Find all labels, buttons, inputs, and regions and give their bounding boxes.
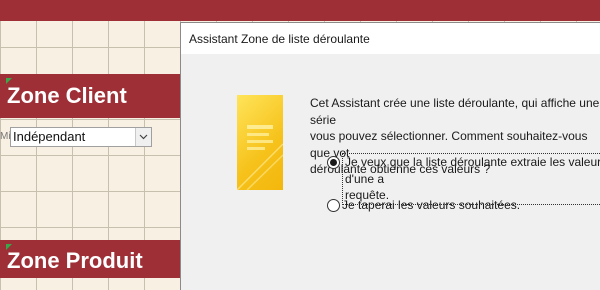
selection-marker-icon bbox=[6, 244, 12, 250]
selection-marker-icon bbox=[6, 78, 12, 84]
form-header-band bbox=[0, 0, 600, 21]
section-client-label: Zone Client bbox=[7, 83, 127, 108]
section-header-client[interactable]: Zone Client bbox=[0, 74, 186, 118]
combo-dropdown-button[interactable] bbox=[135, 128, 151, 146]
dialog-title: Assistant Zone de liste déroulante bbox=[189, 32, 370, 46]
radio-button-selected[interactable] bbox=[327, 156, 340, 169]
list-illustration-icon bbox=[237, 95, 283, 190]
combo-box-wizard-dialog: Assistant Zone de liste déroulante Cet A… bbox=[180, 22, 600, 290]
combo-box-value: Indépendant bbox=[13, 129, 86, 144]
section-header-produit[interactable]: Zone Produit bbox=[0, 240, 186, 278]
combo-box-control[interactable]: Indépendant bbox=[10, 127, 152, 147]
dialog-body: Cet Assistant crée une liste déroulante,… bbox=[181, 54, 600, 290]
radio-button[interactable] bbox=[327, 199, 340, 212]
dialog-titlebar[interactable]: Assistant Zone de liste déroulante bbox=[181, 23, 600, 54]
section-produit-label: Zone Produit bbox=[7, 248, 143, 273]
radio-option-type-values-label[interactable]: Je taperai les valeurs souhaitées. bbox=[342, 197, 600, 214]
chevron-down-icon bbox=[139, 134, 148, 140]
